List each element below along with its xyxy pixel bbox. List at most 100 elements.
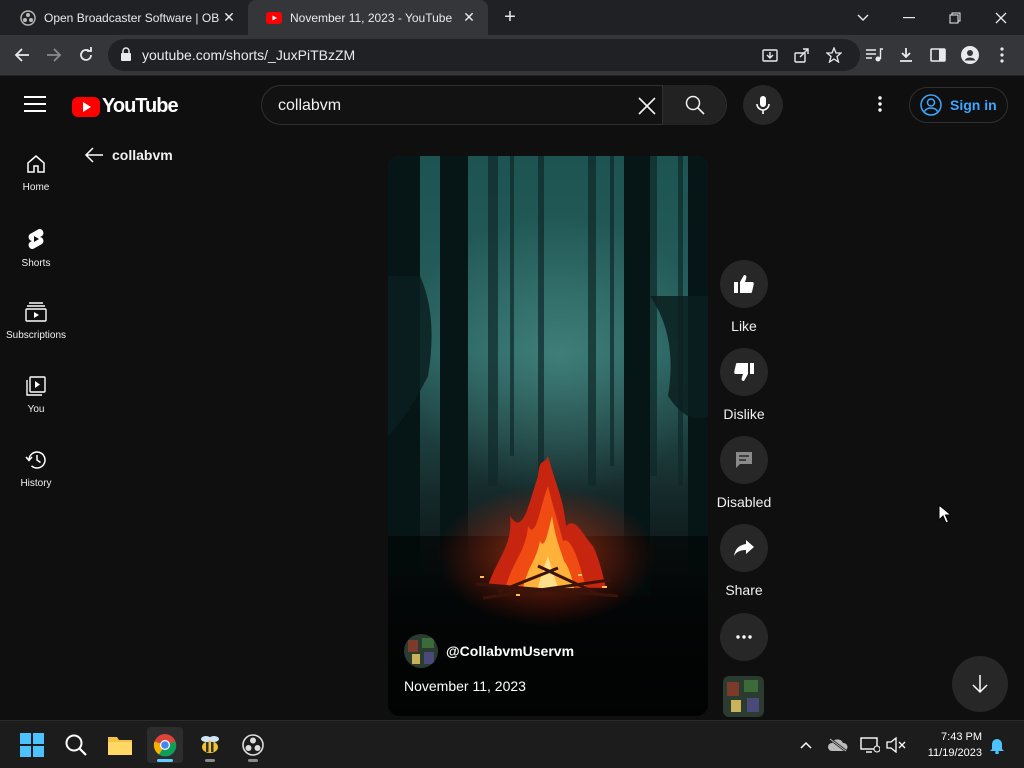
show-hidden-icons-icon[interactable] bbox=[794, 733, 818, 757]
sound-thumbnail[interactable] bbox=[723, 676, 764, 717]
browser-tab-bar: Open Broadcaster Software | OBS ✕ Novemb… bbox=[0, 0, 1024, 35]
youtube-header: YouTube collabvm Sign in bbox=[0, 76, 1024, 134]
channel-name[interactable]: @CollabvmUservm bbox=[446, 643, 574, 659]
share-page-icon[interactable] bbox=[790, 43, 814, 67]
sidebar-item-history[interactable]: History bbox=[0, 430, 72, 504]
side-panel-icon[interactable] bbox=[922, 39, 954, 71]
search-icon bbox=[685, 95, 705, 115]
menu-icon[interactable] bbox=[24, 96, 46, 112]
history-icon bbox=[25, 451, 46, 469]
url-text: youtube.com/shorts/_JuxPiTBzZM bbox=[142, 47, 356, 63]
chrome-icon bbox=[153, 734, 177, 757]
comment-icon bbox=[736, 452, 752, 468]
shorts-video-player[interactable]: @CollabvmUservm November 11, 2023 bbox=[388, 156, 708, 716]
sidebar-item-shorts[interactable]: Shorts bbox=[0, 208, 72, 282]
channel-avatar[interactable] bbox=[404, 634, 438, 668]
restore-button[interactable] bbox=[932, 0, 978, 35]
share-arrow-icon bbox=[734, 540, 754, 556]
address-bar[interactable]: youtube.com/shorts/_JuxPiTBzZM bbox=[108, 39, 860, 71]
notifications-bell-icon[interactable] bbox=[985, 733, 1009, 757]
thumbs-down-icon bbox=[734, 363, 754, 381]
tab-obs[interactable]: Open Broadcaster Software | OBS ✕ bbox=[2, 0, 248, 35]
comments-label: Disabled bbox=[716, 494, 772, 510]
tab-search-icon[interactable] bbox=[840, 0, 886, 35]
clear-search-icon[interactable] bbox=[634, 93, 660, 119]
mouse-cursor-icon bbox=[938, 504, 952, 524]
sidebar-item-label: History bbox=[20, 478, 52, 489]
share-label: Share bbox=[725, 582, 763, 598]
shorts-icon bbox=[28, 228, 44, 250]
sidebar-item-home[interactable]: Home bbox=[0, 134, 72, 208]
tab-youtube[interactable]: November 11, 2023 - YouTube ✕ bbox=[248, 0, 488, 35]
close-tab-icon[interactable]: ✕ bbox=[220, 9, 238, 27]
logo-text: YouTube bbox=[102, 95, 179, 117]
video-title: November 11, 2023 bbox=[404, 678, 526, 694]
youtube-play-icon bbox=[72, 96, 100, 117]
back-to-search-button[interactable]: collabvm bbox=[84, 146, 173, 164]
dislike-button[interactable]: Dislike bbox=[716, 348, 772, 436]
arrow-down-icon bbox=[972, 675, 988, 694]
sidebar-item-label: Shorts bbox=[21, 258, 51, 269]
forest-campfire-video-frame bbox=[388, 156, 708, 716]
youtube-logo[interactable]: YouTube bbox=[72, 95, 179, 118]
taskbar-clock[interactable]: 7:43 PM 11/19/2023 bbox=[910, 729, 982, 761]
downloads-icon[interactable] bbox=[890, 39, 922, 71]
profile-icon[interactable] bbox=[954, 39, 986, 71]
windows-taskbar: 7:43 PM 11/19/2023 bbox=[0, 720, 1024, 768]
youtube-favicon-icon bbox=[266, 11, 282, 24]
sign-in-label: Sign in bbox=[950, 97, 997, 113]
clock-time: 7:43 PM bbox=[941, 731, 982, 743]
file-explorer-button[interactable] bbox=[102, 727, 138, 763]
channel-info[interactable]: @CollabvmUservm bbox=[404, 634, 574, 668]
back-arrow-icon bbox=[84, 147, 103, 163]
search-input[interactable]: collabvm bbox=[278, 97, 341, 115]
volume-muted-icon[interactable] bbox=[884, 733, 908, 757]
youtube-sidebar: Home Shorts Subscriptions You History bbox=[0, 134, 72, 504]
more-horizontal-icon bbox=[736, 635, 752, 639]
network-icon[interactable] bbox=[858, 733, 882, 757]
more-actions-button[interactable] bbox=[720, 613, 768, 661]
chrome-menu-icon[interactable] bbox=[986, 39, 1018, 71]
clock-date: 11/19/2023 bbox=[927, 747, 982, 759]
microphone-icon bbox=[756, 96, 770, 114]
back-arrow-icon[interactable] bbox=[6, 39, 38, 71]
close-window-button[interactable] bbox=[978, 0, 1024, 35]
voice-search-button[interactable] bbox=[743, 85, 783, 125]
minimize-button[interactable] bbox=[886, 0, 932, 35]
onedrive-icon[interactable] bbox=[826, 733, 850, 757]
library-icon bbox=[26, 376, 46, 396]
account-icon bbox=[920, 94, 942, 116]
thumbs-up-icon bbox=[734, 275, 754, 293]
new-tab-button[interactable]: + bbox=[498, 5, 522, 29]
share-button[interactable]: Share bbox=[716, 524, 772, 612]
back-label: collabvm bbox=[112, 147, 173, 163]
search-button[interactable] bbox=[662, 85, 726, 125]
forward-arrow-icon[interactable] bbox=[38, 39, 70, 71]
lock-icon bbox=[121, 47, 131, 61]
media-controls-icon[interactable] bbox=[858, 39, 890, 71]
shorts-actions: Like Dislike Disabled Share bbox=[716, 260, 772, 612]
sidebar-item-subscriptions[interactable]: Subscriptions bbox=[0, 282, 72, 356]
sidebar-item-label: Subscriptions bbox=[5, 330, 67, 341]
sign-in-button[interactable]: Sign in bbox=[909, 87, 1008, 123]
tab-title: Open Broadcaster Software | OBS bbox=[44, 10, 220, 25]
install-app-icon[interactable] bbox=[758, 43, 782, 67]
bookmark-star-icon[interactable] bbox=[822, 43, 846, 67]
settings-menu-icon[interactable] bbox=[868, 92, 892, 116]
like-button[interactable]: Like bbox=[716, 260, 772, 348]
reload-icon[interactable] bbox=[70, 39, 102, 71]
bee-app-taskbar-button[interactable] bbox=[192, 727, 228, 763]
obs-taskbar-button[interactable] bbox=[235, 727, 271, 763]
chrome-taskbar-button[interactable] bbox=[147, 727, 183, 763]
taskbar-search-button[interactable] bbox=[58, 727, 94, 763]
folder-icon bbox=[108, 737, 132, 755]
windows-logo-icon bbox=[20, 733, 44, 757]
start-button[interactable] bbox=[14, 727, 50, 763]
browser-toolbar: youtube.com/shorts/_JuxPiTBzZM bbox=[0, 35, 1024, 76]
next-video-button[interactable] bbox=[952, 656, 1008, 712]
sidebar-item-you[interactable]: You bbox=[0, 356, 72, 430]
bee-icon bbox=[201, 736, 219, 753]
close-tab-icon[interactable]: ✕ bbox=[460, 9, 478, 27]
search-box[interactable]: collabvm bbox=[261, 85, 727, 125]
comments-button[interactable]: Disabled bbox=[716, 436, 772, 524]
